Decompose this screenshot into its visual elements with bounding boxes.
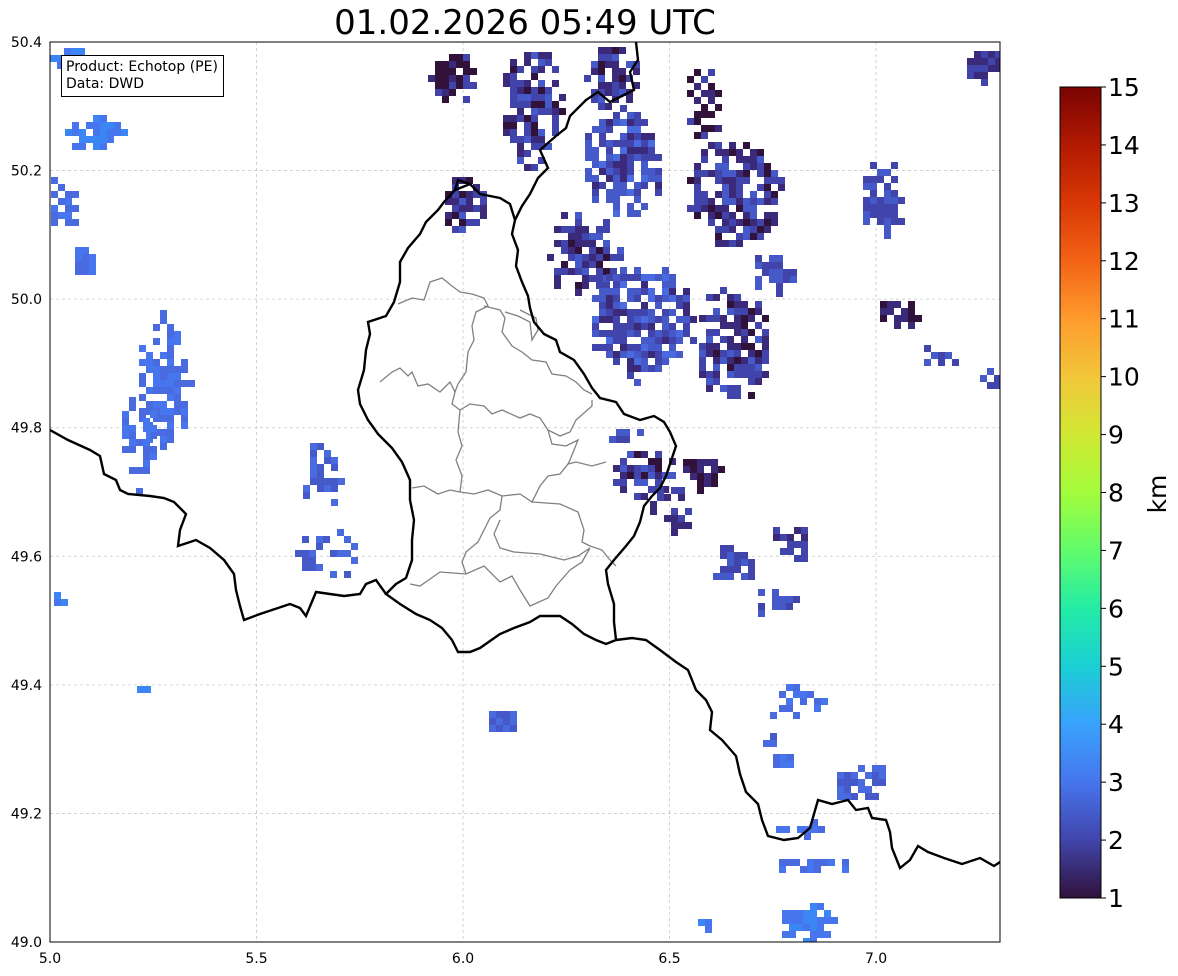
x-tick-label: 7.0: [865, 951, 887, 967]
colorbar-tick-label: 1: [1108, 884, 1124, 913]
colorbar-tick-label: 14: [1108, 131, 1140, 160]
colorbar-tick-label: 11: [1108, 305, 1140, 334]
x-tick-label: 5.0: [39, 951, 61, 967]
x-tick-label: 6.5: [658, 951, 680, 967]
y-tick-label: 50.2: [11, 164, 42, 180]
colorbar-tick-label: 12: [1108, 247, 1140, 276]
y-tick-label: 49.2: [11, 806, 42, 822]
y-tick-label: 49.4: [11, 678, 42, 694]
colorbar-ticks: 123456789101112131415: [1101, 73, 1140, 913]
colorbar-tick-label: 9: [1108, 421, 1124, 450]
y-tick-label: 49.8: [11, 421, 42, 437]
colorbar-label: km: [1143, 475, 1172, 514]
colorbar-tick-label: 13: [1108, 189, 1140, 218]
colorbar-tick-label: 6: [1108, 594, 1124, 623]
colorbar: [1059, 86, 1102, 899]
colorbar-tick-label: 15: [1108, 73, 1140, 102]
data-source-label: Data: DWD: [66, 76, 144, 92]
y-tick-label: 49.6: [11, 549, 42, 565]
colorbar-tick-label: 5: [1108, 652, 1124, 681]
map-figure: 5.0 5.5 6.0 6.5 7.0 49.0 49.2 49.4 49.6 49.8 50.0…: [11, 35, 1172, 967]
y-axis: 49.0 49.2 49.4 49.6 49.8 50.0 50.2 50.4: [11, 35, 42, 951]
colorbar-tick-label: 8: [1108, 479, 1124, 508]
colorbar-tick-label: 7: [1108, 536, 1124, 565]
x-tick-label: 6.0: [452, 951, 474, 967]
x-tick-label: 5.5: [245, 951, 267, 967]
colorbar-tick-label: 10: [1108, 363, 1140, 392]
colorbar-tick-label: 4: [1108, 710, 1124, 739]
y-tick-label: 50.4: [11, 35, 42, 51]
y-tick-label: 49.0: [11, 935, 42, 951]
colorbar-tick-label: 3: [1108, 768, 1124, 797]
info-box: Product: Echotop (PE) Data: DWD: [61, 55, 224, 97]
x-axis: 5.0 5.5 6.0 6.5 7.0: [39, 951, 887, 967]
product-label: Product: Echotop (PE): [66, 59, 218, 75]
map-title: 01.02.2026 05:49 UTC: [334, 3, 716, 43]
map-plot-area: [50, 42, 1000, 942]
colorbar-tick-label: 2: [1108, 826, 1124, 855]
y-tick-label: 50.0: [11, 292, 42, 308]
